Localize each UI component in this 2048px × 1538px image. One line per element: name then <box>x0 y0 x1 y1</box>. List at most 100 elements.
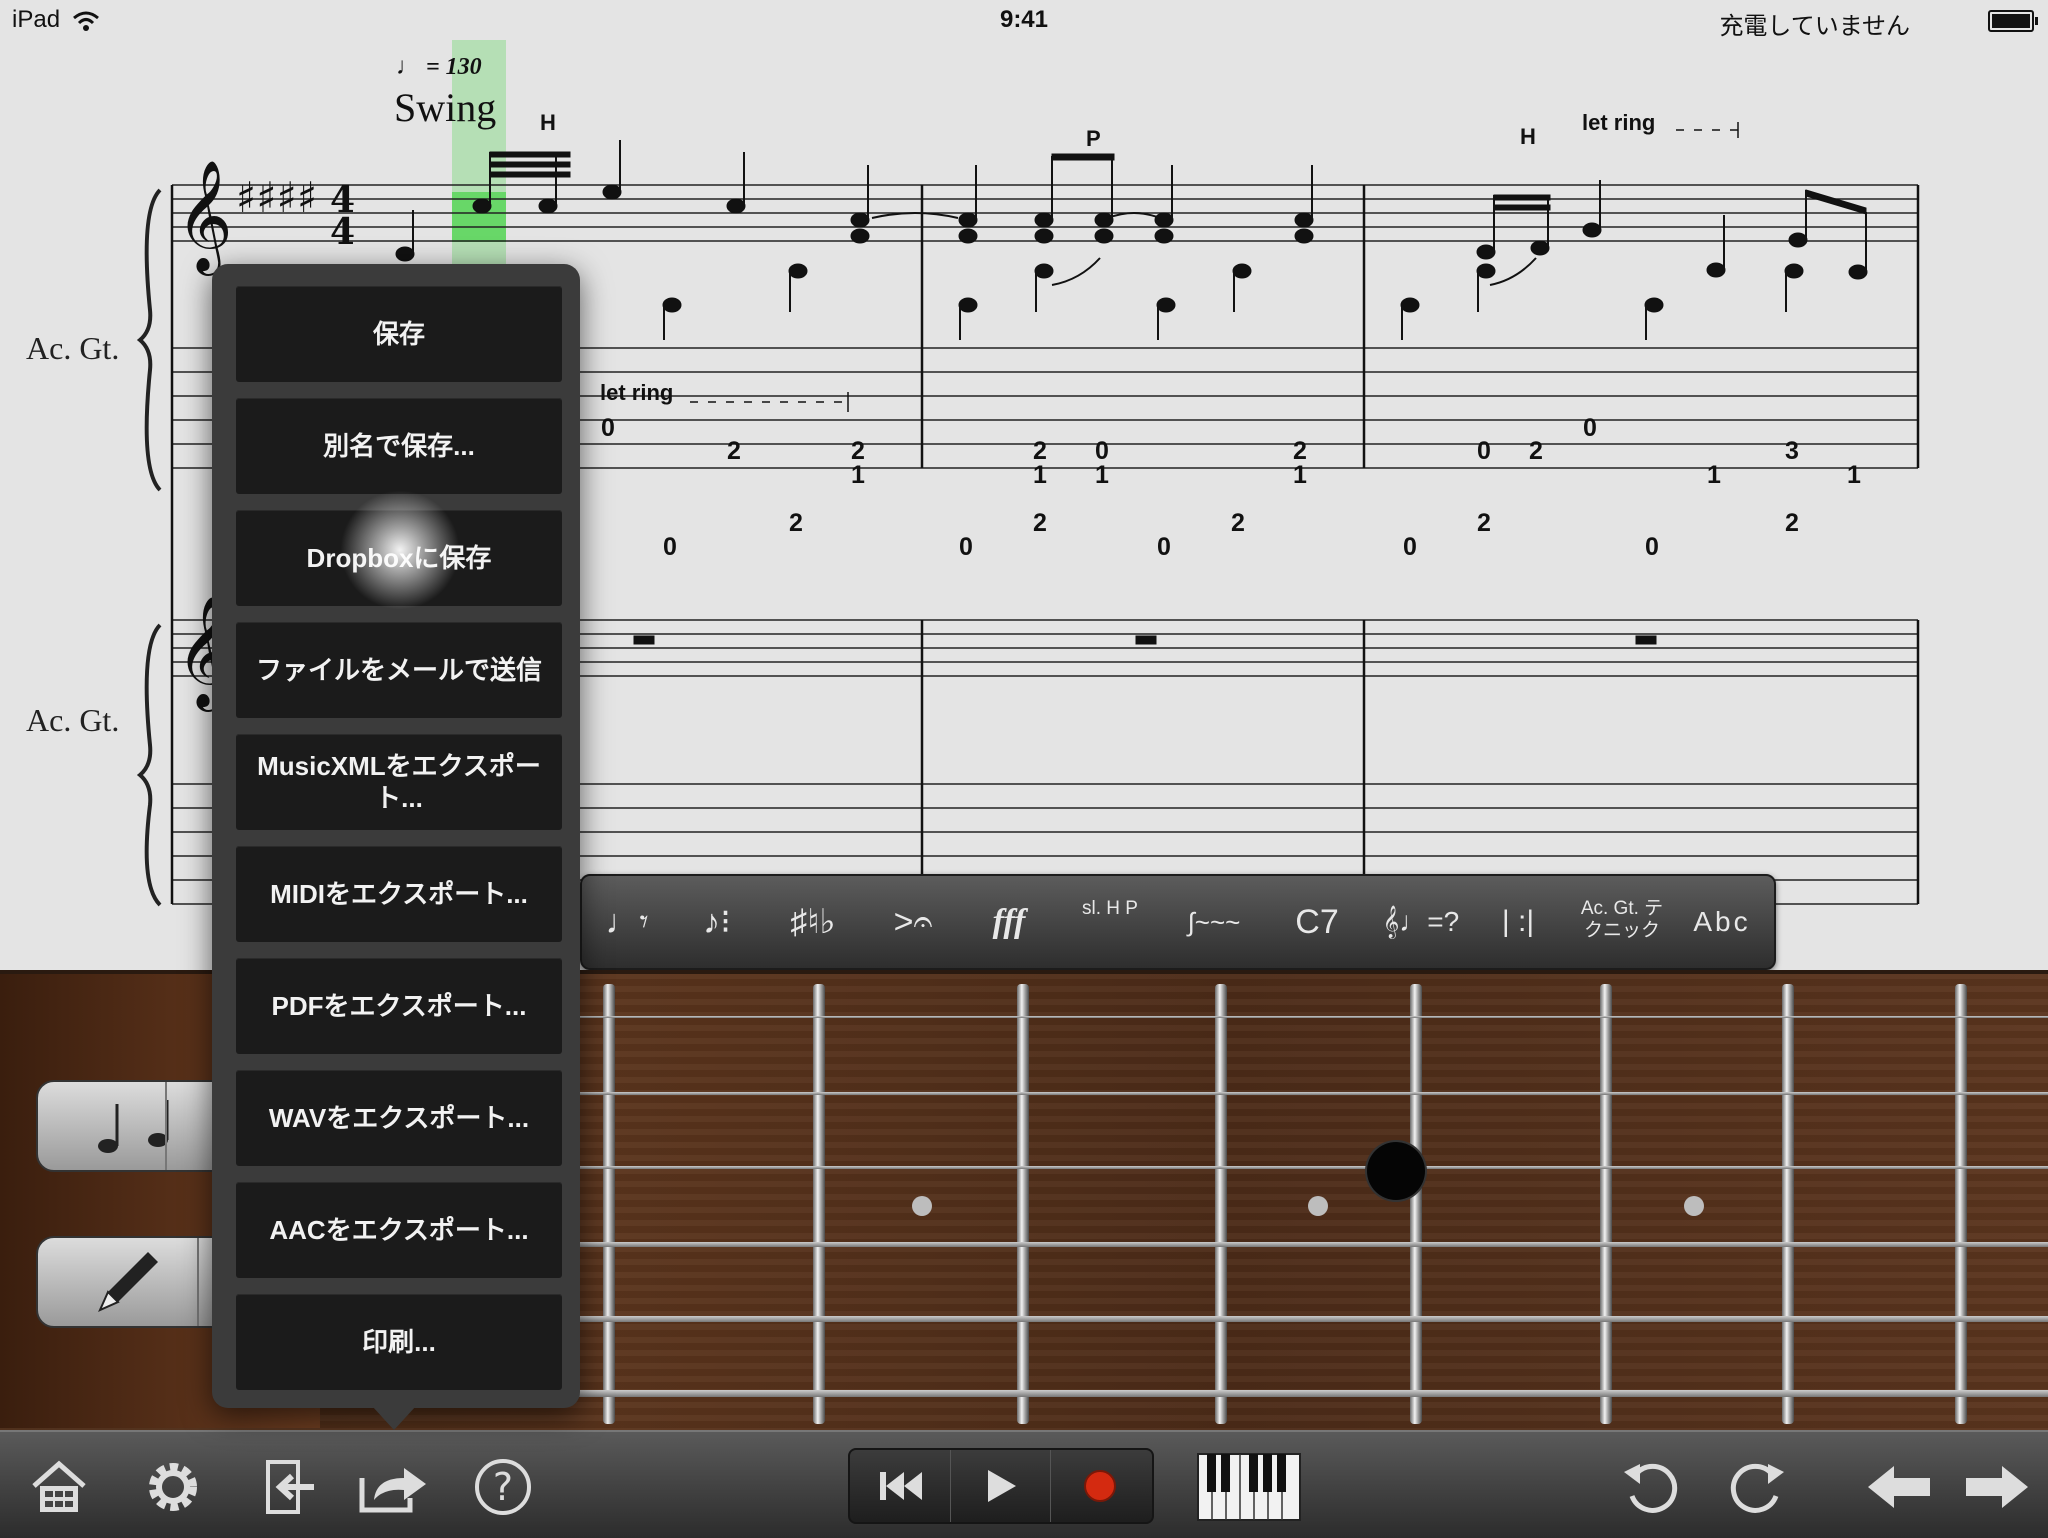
guitar-string-5[interactable] <box>560 1316 2048 1322</box>
notation-palette: ♩𝄾 ♪⁝ ♯♮♭ >𝄐 fff sl. H P ∫~~~ C7 𝄞♩=? | … <box>580 874 1776 970</box>
style-marking: Swing <box>394 85 497 130</box>
fret-inlay <box>1684 1196 1704 1216</box>
gear-icon[interactable] <box>142 1456 204 1518</box>
record-icon <box>1084 1470 1116 1502</box>
accidentals-icon[interactable]: ♯♮♭ <box>778 896 848 948</box>
popover-arrow <box>372 1406 416 1430</box>
finger-position-marker[interactable] <box>1367 1142 1425 1200</box>
tab-number[interactable]: 1 <box>848 461 868 490</box>
menu-item-export-midi[interactable]: MIDIをエクスポート... <box>236 846 562 942</box>
tab-number[interactable]: 1 <box>1092 461 1112 490</box>
menu-item-label: 印刷... <box>362 1327 436 1357</box>
menu-item-label: ファイルをメールで送信 <box>255 655 542 685</box>
status-bar: iPad 9:41 充電していません <box>0 0 2048 40</box>
tab-number[interactable]: 1 <box>1030 461 1050 490</box>
barline-repeat-icon[interactable]: | :| <box>1488 896 1548 948</box>
fret <box>603 984 615 1424</box>
fret-inlay <box>1308 1196 1328 1216</box>
tab-number[interactable]: 0 <box>598 414 618 443</box>
menu-item-label: AACをエクスポート... <box>269 1215 529 1245</box>
tab-number[interactable]: 0 <box>660 533 680 562</box>
redo-icon[interactable] <box>1726 1456 1788 1518</box>
arrow-left-icon[interactable] <box>1864 1456 1934 1518</box>
tab-number[interactable]: 0 <box>1642 533 1662 562</box>
menu-item-label: 別名で保存... <box>323 431 475 461</box>
dynamics-icon[interactable]: fff <box>974 896 1044 948</box>
menu-item-email-file[interactable]: ファイルをメールで送信 <box>236 622 562 718</box>
guitar-string-3[interactable] <box>560 1166 2048 1169</box>
note-rest-icon[interactable]: ♩𝄾 <box>592 896 662 948</box>
rewind-button[interactable] <box>850 1450 951 1522</box>
tab-number[interactable]: 2 <box>1526 437 1546 466</box>
battery-status-text: 充電していません <box>1719 13 1910 40</box>
home-icon[interactable] <box>28 1456 90 1518</box>
play-button[interactable] <box>950 1450 1051 1522</box>
tab-number[interactable]: 0 <box>956 533 976 562</box>
tab-number[interactable]: 3 <box>1782 437 1802 466</box>
menu-item-label: MusicXMLをエクスポート... <box>257 751 541 813</box>
tab-number[interactable]: 2 <box>1030 509 1050 538</box>
track-label-2[interactable]: Ac. Gt. <box>26 702 119 739</box>
menu-item-export-wav[interactable]: WAVをエクスポート... <box>236 1070 562 1166</box>
tempo-icon[interactable]: 𝄞♩=? <box>1376 896 1466 948</box>
undo-icon[interactable] <box>1620 1456 1682 1518</box>
fret <box>813 984 825 1424</box>
tab-number[interactable]: 2 <box>1228 509 1248 538</box>
bottom-toolbar: ? <box>0 1430 2048 1538</box>
svg-text:♯♯♯♯: ♯♯♯♯ <box>236 173 317 222</box>
import-icon[interactable] <box>258 1456 320 1518</box>
tab-number[interactable]: 1 <box>1704 461 1724 490</box>
note-delete-icon[interactable]: ♪⁝ <box>682 896 752 948</box>
tempo-marking[interactable]: ♩ = 130 <box>396 54 482 81</box>
share-icon[interactable] <box>356 1456 432 1518</box>
menu-item-save[interactable]: 保存 <box>236 286 562 382</box>
text-icon[interactable]: Abc <box>1682 896 1762 948</box>
tab-number[interactable]: 1 <box>1844 461 1864 490</box>
fret <box>1017 984 1029 1424</box>
menu-item-save-as[interactable]: 別名で保存... <box>236 398 562 494</box>
technique-hammer: H <box>1520 124 1536 149</box>
guitar-string-1[interactable] <box>560 1016 2048 1018</box>
fret <box>1410 984 1422 1424</box>
tab-number[interactable]: 2 <box>1782 509 1802 538</box>
menu-item-label: Dropboxに保存 <box>306 543 492 573</box>
technique-icon[interactable]: Ac. Gt. テクニック <box>1572 898 1672 950</box>
tab-number[interactable]: 2 <box>1474 509 1494 538</box>
guitar-string-2[interactable] <box>560 1092 2048 1095</box>
fret <box>1600 984 1612 1424</box>
track-label-1[interactable]: Ac. Gt. <box>26 330 119 367</box>
battery-icon <box>1988 10 2038 32</box>
share-menu-popover: 保存 別名で保存... Dropboxに保存 ファイルをメールで送信 Music… <box>212 264 580 1408</box>
tab-number[interactable]: 0 <box>1474 437 1494 466</box>
slide-hammer-pull-icon[interactable]: sl. H P <box>1072 898 1148 950</box>
guitar-string-4[interactable] <box>560 1242 2048 1247</box>
fret <box>1782 984 1794 1424</box>
help-icon[interactable]: ? <box>472 1456 534 1518</box>
tempo-value: = 130 <box>426 54 482 80</box>
tab-number[interactable]: 2 <box>786 509 806 538</box>
tab-number[interactable]: 2 <box>1290 437 1310 466</box>
menu-item-export-aac[interactable]: AACをエクスポート... <box>236 1182 562 1278</box>
record-button[interactable] <box>1050 1450 1150 1522</box>
menu-item-print[interactable]: 印刷... <box>236 1294 562 1390</box>
menu-item-label: PDFをエクスポート... <box>271 991 527 1021</box>
tab-number[interactable]: 0 <box>1154 533 1174 562</box>
technique-let-ring: let ring <box>600 380 674 405</box>
guitar-string-6[interactable] <box>560 1390 2048 1397</box>
svg-text:4: 4 <box>330 211 355 253</box>
chord-icon[interactable]: C7 <box>1282 896 1352 948</box>
menu-item-label: 保存 <box>372 319 425 349</box>
tab-number[interactable]: 0 <box>1400 533 1420 562</box>
bend-vibrato-icon[interactable]: ∫~~~ <box>1174 896 1254 948</box>
transport-controls <box>848 1448 1154 1524</box>
articulation-icon[interactable]: >𝄐 <box>878 896 948 948</box>
menu-item-export-musicxml[interactable]: MusicXMLをエクスポート... <box>236 734 562 830</box>
arrow-right-icon[interactable] <box>1962 1456 2032 1518</box>
menu-item-label: MIDIをエクスポート... <box>270 879 528 909</box>
svg-text:𝄞: 𝄞 <box>176 159 233 276</box>
tab-number[interactable]: 2 <box>724 437 744 466</box>
menu-item-save-dropbox[interactable]: Dropboxに保存 <box>236 510 562 606</box>
menu-item-export-pdf[interactable]: PDFをエクスポート... <box>236 958 562 1054</box>
piano-keyboard-icon[interactable] <box>1196 1452 1302 1522</box>
tab-number[interactable]: 0 <box>1580 414 1600 443</box>
